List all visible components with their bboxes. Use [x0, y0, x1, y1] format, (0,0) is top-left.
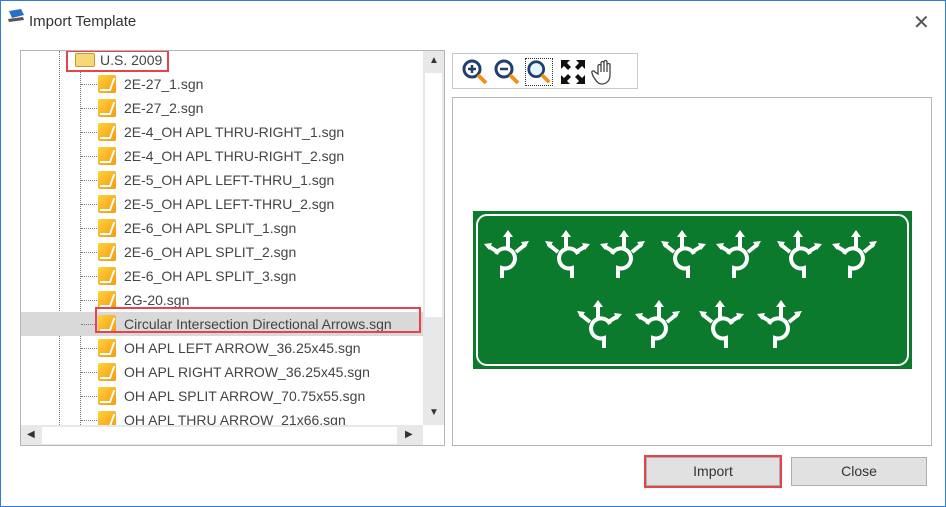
tree-line — [81, 276, 97, 277]
tree-line — [81, 156, 97, 157]
tree-item-label: 2E-6_OH APL SPLIT_2.sgn — [124, 244, 297, 260]
tree-line — [81, 84, 97, 85]
tree-item[interactable]: 2E-27_2.sgn — [21, 96, 423, 120]
tree-item-label: 2E-5_OH APL LEFT-THRU_1.sgn — [124, 172, 335, 188]
tree-item-label: 2E-27_1.sgn — [124, 76, 204, 92]
pan-hand-icon[interactable] — [591, 58, 619, 86]
tree-item[interactable]: 2E-6_OH APL SPLIT_1.sgn — [21, 216, 423, 240]
tree-item-label: OH APL LEFT ARROW_36.25x45.sgn — [124, 340, 361, 356]
highlight-folder — [66, 51, 169, 72]
tree-item-label: OH APL RIGHT ARROW_36.25x45.sgn — [124, 364, 370, 380]
tree-item-label: 2E-27_2.sgn — [124, 100, 204, 116]
highlight-selected-item — [95, 307, 421, 333]
tree-rows: U.S. 2009 2E-27_1.sgn 2E-27_2.sgn 2E-4_OH … — [21, 51, 423, 432]
sign-file-icon — [98, 387, 116, 405]
zoom-out-icon[interactable] — [493, 58, 521, 86]
sign-file-icon — [98, 123, 116, 141]
highlight-import-button — [644, 455, 782, 488]
tree-item-label: 2G-20.sgn — [124, 292, 190, 308]
tree-item[interactable]: 2E-6_OH APL SPLIT_2.sgn — [21, 240, 423, 264]
tree-line — [81, 420, 97, 421]
vertical-scrollbar[interactable]: ▲ ▼ — [423, 51, 444, 425]
sign-background — [473, 211, 912, 369]
scroll-corner — [423, 425, 444, 445]
sign-file-icon — [98, 267, 116, 285]
preview-toolbar — [452, 53, 638, 89]
scroll-left-icon[interactable]: ◀ — [27, 429, 35, 440]
tree-line — [81, 228, 97, 229]
tree-item-label: 2E-4_OH APL THRU-RIGHT_2.sgn — [124, 148, 345, 164]
tree-item[interactable]: 2E-6_OH APL SPLIT_3.sgn — [21, 264, 423, 288]
tree-item[interactable]: 2E-5_OH APL LEFT-THRU_2.sgn — [21, 192, 423, 216]
sign-file-icon — [98, 219, 116, 237]
tree-line — [81, 132, 97, 133]
sign-file-icon — [98, 195, 116, 213]
close-button[interactable]: Close — [791, 457, 927, 486]
zoom-window-icon[interactable] — [525, 58, 553, 86]
sign-file-icon — [98, 99, 116, 117]
scroll-right-icon[interactable]: ▶ — [405, 429, 413, 440]
sign-preview — [452, 97, 932, 446]
scroll-up-icon[interactable]: ▲ — [429, 55, 439, 66]
tree-item[interactable]: OH APL LEFT ARROW_36.25x45.sgn — [21, 336, 423, 360]
tree-item[interactable]: 2E-4_OH APL THRU-RIGHT_1.sgn — [21, 120, 423, 144]
zoom-in-icon[interactable] — [461, 58, 489, 86]
dialog-title: Import Template — [29, 13, 137, 30]
tree-line — [81, 252, 97, 253]
import-template-dialog: Import Template ✕ U.S. 2009 2E-27_1.sgn 2… — [0, 0, 946, 507]
scroll-down-icon[interactable]: ▼ — [429, 407, 439, 418]
sign-file-icon — [98, 339, 116, 357]
sign-preview-canvas — [473, 211, 912, 369]
tree-item-label: 2E-6_OH APL SPLIT_1.sgn — [124, 220, 297, 236]
sign-file-icon — [98, 171, 116, 189]
tree-line — [81, 204, 97, 205]
sign-file-icon — [98, 363, 116, 381]
tree-line — [81, 396, 97, 397]
tree-line — [81, 372, 97, 373]
horizontal-scroll-thumb[interactable] — [42, 427, 397, 444]
tree-item-label: 2E-6_OH APL SPLIT_3.sgn — [124, 268, 297, 284]
sign-file-icon — [98, 75, 116, 93]
template-tree[interactable]: U.S. 2009 2E-27_1.sgn 2E-27_2.sgn 2E-4_OH … — [20, 50, 445, 446]
tree-line — [81, 348, 97, 349]
tree-line — [81, 300, 97, 301]
fit-to-window-icon[interactable] — [559, 58, 587, 86]
tree-line — [81, 180, 97, 181]
tree-item[interactable]: 2E-5_OH APL LEFT-THRU_1.sgn — [21, 168, 423, 192]
horizontal-scrollbar[interactable]: ◀ ▶ — [21, 425, 423, 445]
tree-line — [81, 108, 97, 109]
tree-item[interactable]: 2E-27_1.sgn — [21, 72, 423, 96]
sign-file-icon — [98, 243, 116, 261]
tree-item[interactable]: OH APL RIGHT ARROW_36.25x45.sgn — [21, 360, 423, 384]
vertical-scroll-thumb[interactable] — [425, 73, 442, 317]
app-icon — [8, 9, 24, 22]
tree-item[interactable]: 2E-4_OH APL THRU-RIGHT_2.sgn — [21, 144, 423, 168]
sign-file-icon — [98, 147, 116, 165]
close-icon[interactable]: ✕ — [913, 10, 930, 35]
tree-item-label: 2E-5_OH APL LEFT-THRU_2.sgn — [124, 196, 335, 212]
tree-item-label: 2E-4_OH APL THRU-RIGHT_1.sgn — [124, 124, 345, 140]
tree-item-label: OH APL SPLIT ARROW_70.75x55.sgn — [124, 388, 366, 404]
tree-item[interactable]: OH APL SPLIT ARROW_70.75x55.sgn — [21, 384, 423, 408]
